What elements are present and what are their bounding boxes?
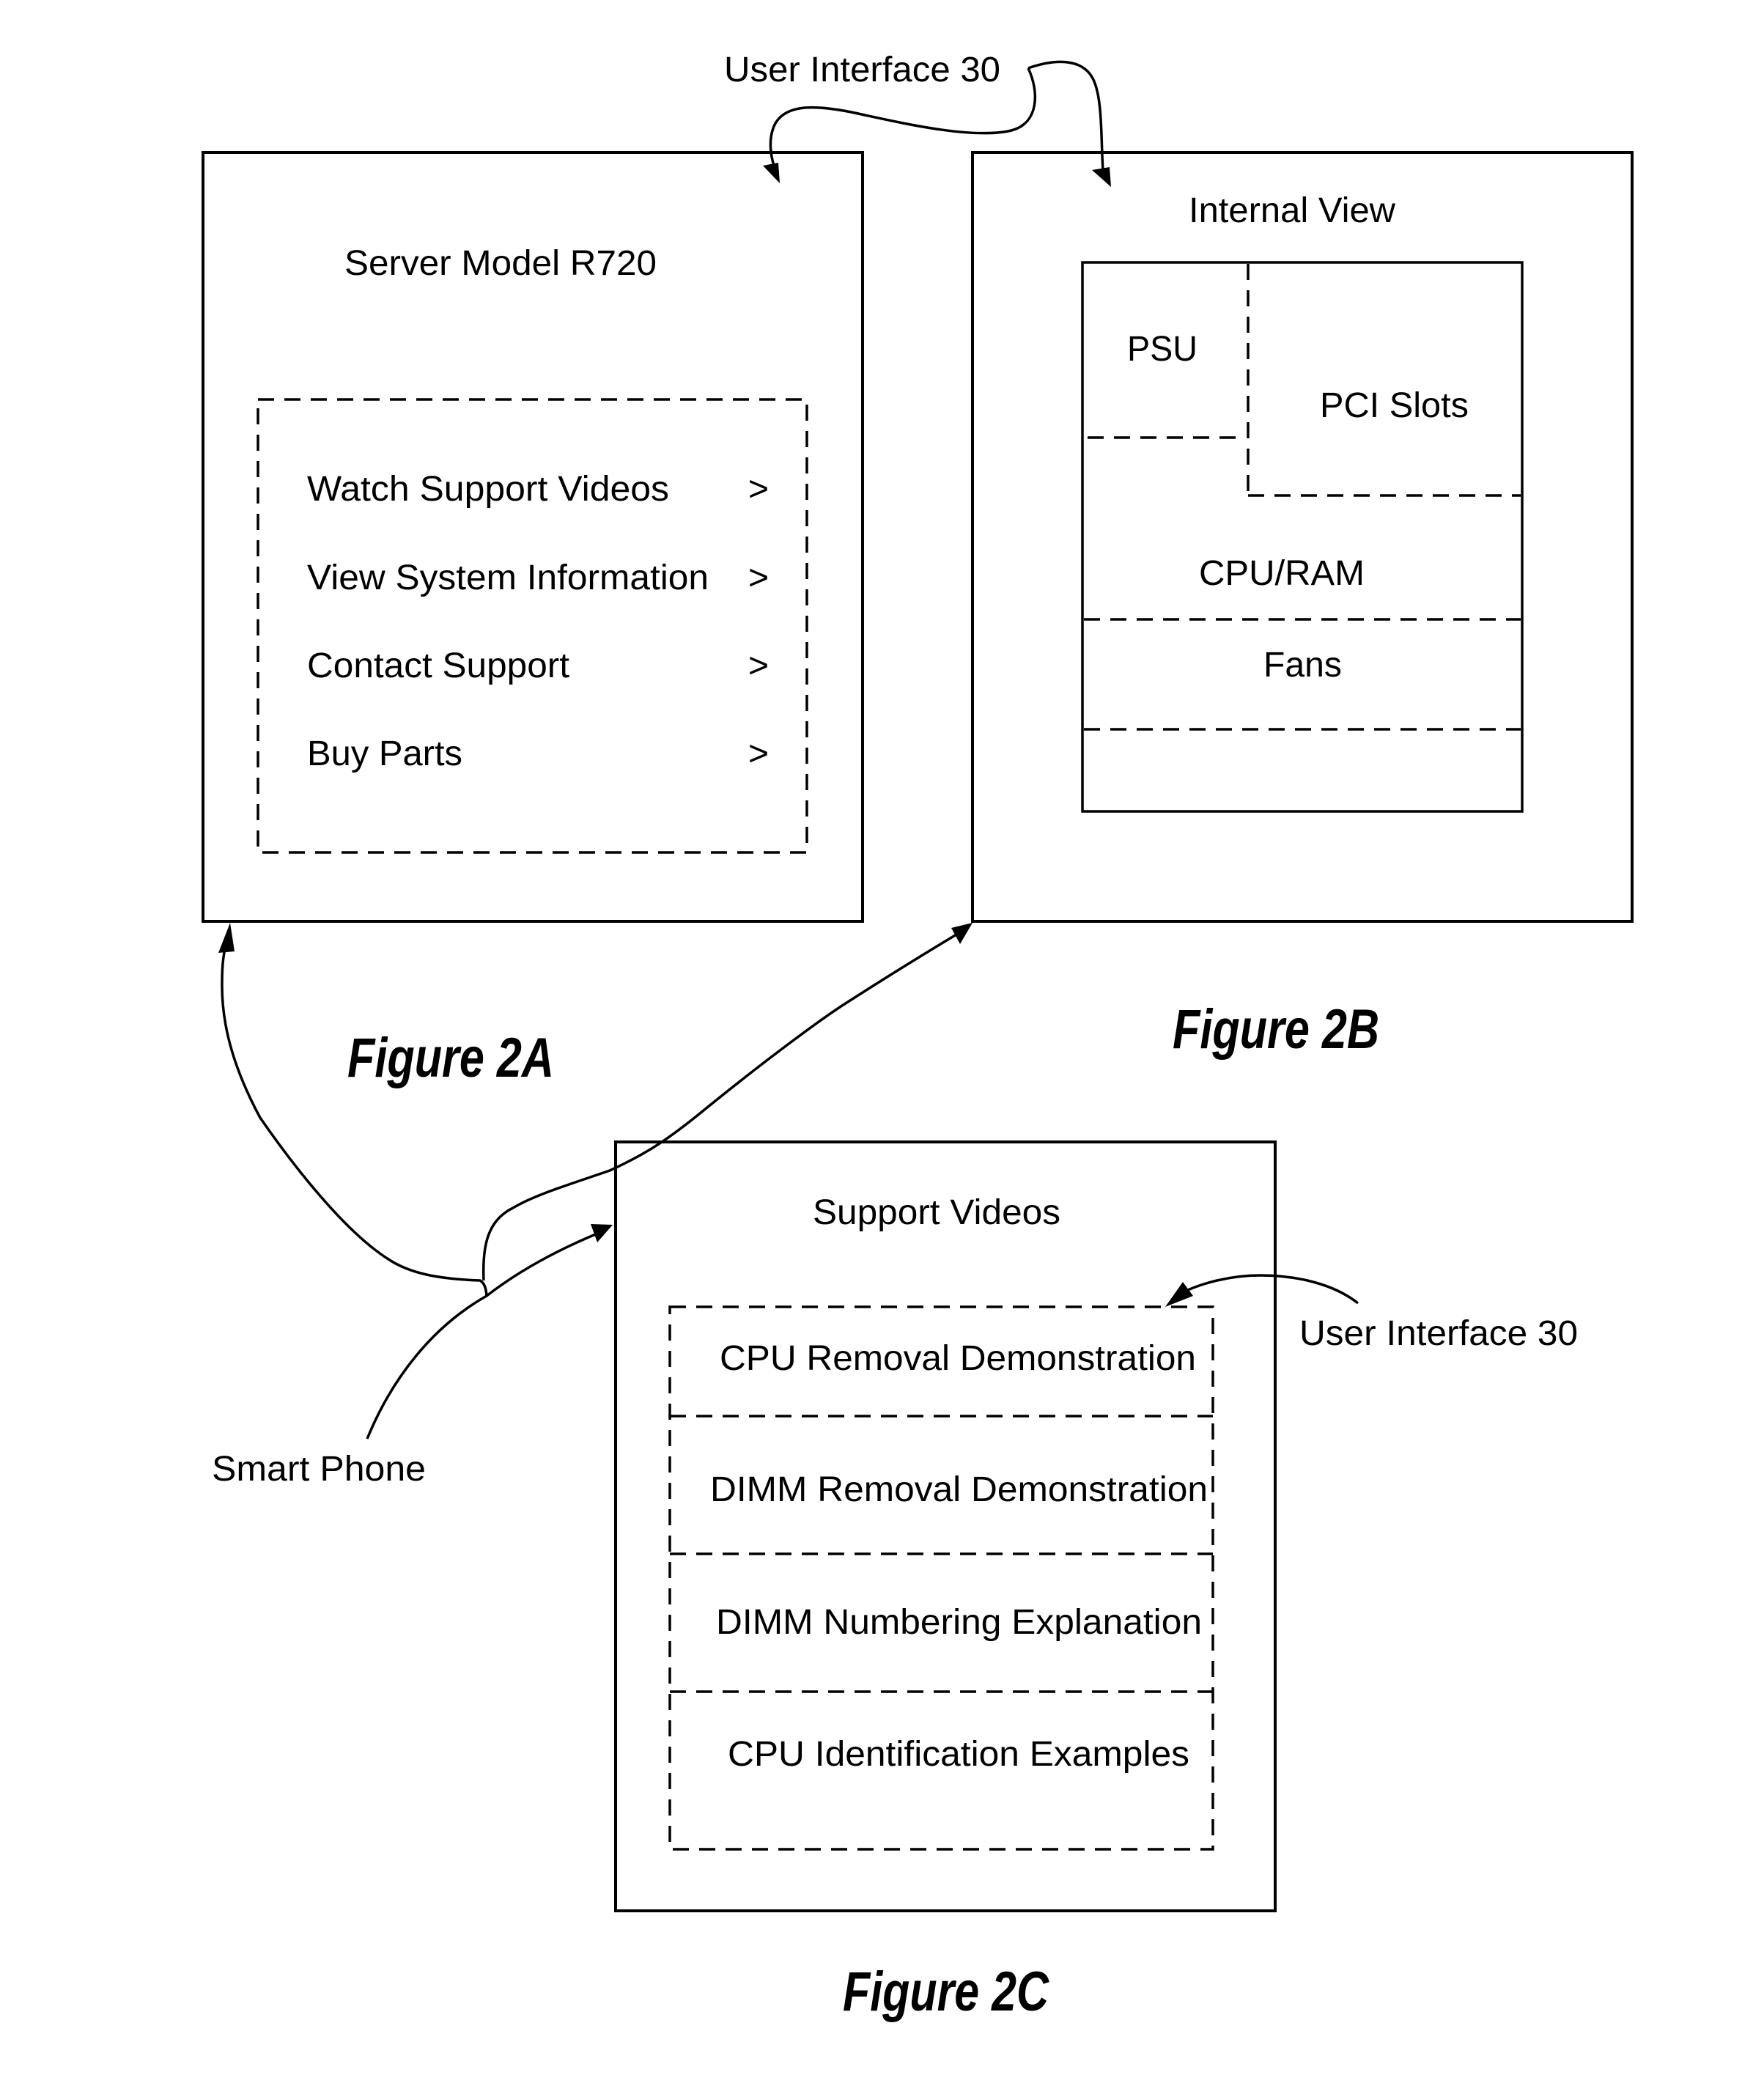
chevron-right-icon[interactable]: > [748,470,769,509]
menu-item-label[interactable]: Watch Support Videos [307,470,669,509]
smart-phone-label: Smart Phone [212,1450,426,1489]
region-fans[interactable]: Fans [1263,646,1342,685]
connector-phone-to-2c [366,1224,613,1440]
figure-2a-screen: Server Model R720 Watch Support Videos >… [202,151,864,923]
region-psu[interactable]: PSU [1127,330,1197,369]
chevron-right-icon[interactable]: > [748,559,769,597]
screen-frame-2b [971,151,1634,923]
screen-title-2c: Support Videos [813,1193,1060,1232]
figure-2b-caption: Figure 2B [1173,998,1379,1061]
menu-item-view-system-information[interactable]: View System Information > [307,559,769,597]
menu-item-contact-support[interactable]: Contact Support > [307,646,769,685]
screen-title-2a: Server Model R720 [344,244,657,283]
video-item-cpu-removal[interactable]: CPU Removal Demonstration [720,1339,1196,1378]
arrowhead-icon [218,923,235,953]
video-item-dimm-numbering[interactable]: DIMM Numbering Explanation [716,1603,1202,1642]
figure-2a-caption: Figure 2A [347,1027,554,1089]
callout-user-interface-top: User Interface 30 [724,51,1000,89]
arrowhead-icon [763,163,780,183]
menu-item-label[interactable]: Contact Support [307,646,569,685]
callout-arrow-to-video-list [1165,1274,1359,1307]
figure-2c-caption: Figure 2C [843,1961,1049,2023]
region-pci-slots[interactable]: PCI Slots [1320,386,1469,425]
callout-arrow-to-2b [1027,60,1111,187]
screen-frame-2c [614,1140,1277,1912]
figure-2b-screen: Internal View PSU PCI Slots CPU/RAM Fans [971,151,1634,923]
chevron-right-icon[interactable]: > [748,734,769,773]
figure-2c-screen: Support Videos CPU Removal Demonstration… [614,1140,1277,1912]
connector-to-2a [218,923,488,1297]
menu-item-watch-support-videos[interactable]: Watch Support Videos > [307,470,769,509]
menu-item-label[interactable]: View System Information [307,559,709,597]
menu-container [257,398,808,854]
arrowhead-icon [1165,1282,1193,1307]
callout-user-interface-bottom: User Interface 30 [1299,1314,1578,1353]
arrowhead-icon [591,1224,613,1242]
menu-item-label[interactable]: Buy Parts [307,734,462,773]
arrowhead-icon [951,923,973,944]
arrowhead-icon [1092,167,1111,187]
region-cpu-ram[interactable]: CPU/RAM [1199,554,1365,593]
chevron-right-icon[interactable]: > [748,646,769,685]
video-item-dimm-removal[interactable]: DIMM Removal Demonstration [710,1470,1208,1509]
video-item-cpu-identification[interactable]: CPU Identification Examples [728,1735,1189,1774]
menu-item-buy-parts[interactable]: Buy Parts > [307,734,769,773]
screen-title-2b: Internal View [1189,191,1395,230]
patent-diagram: Server Model R720 Watch Support Videos >… [202,51,1634,2023]
